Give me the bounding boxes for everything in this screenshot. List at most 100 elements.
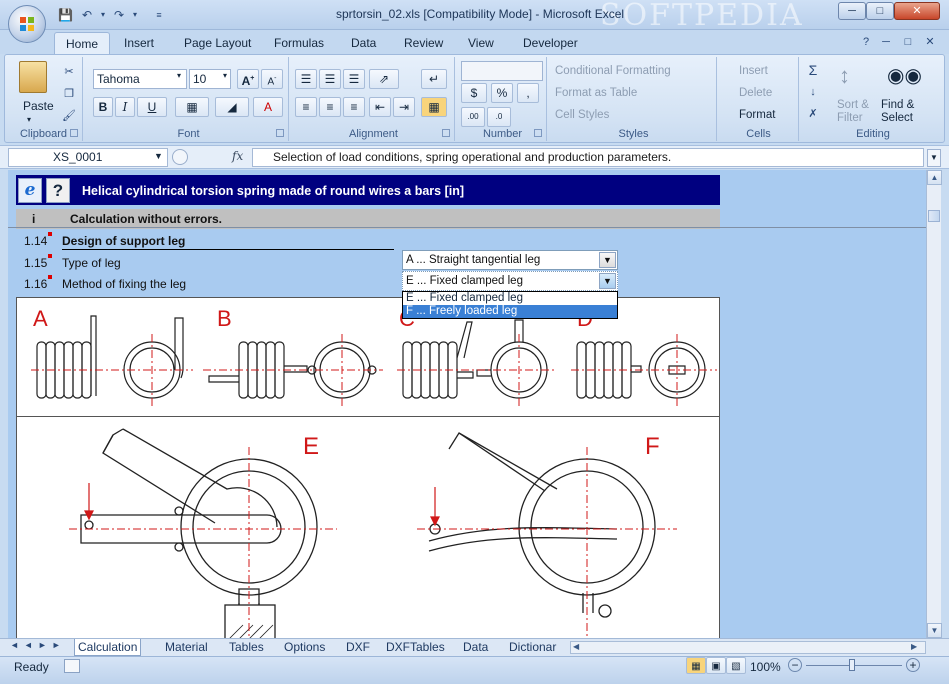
sheet-tab-dxf[interactable]: DXF [343, 639, 373, 656]
decrease-indent-icon[interactable]: ⇤ [369, 97, 391, 117]
align-middle-icon[interactable]: ☰ [319, 69, 341, 89]
scroll-down-icon[interactable]: ▼ [927, 623, 942, 638]
italic-icon[interactable]: I [115, 97, 135, 117]
close-button[interactable]: ✕ [894, 2, 940, 20]
fixing-method-dropdown-arrow-icon[interactable]: ▼ [599, 273, 616, 289]
tab-review[interactable]: Review [404, 36, 443, 50]
page-layout-view-icon[interactable]: ▣ [706, 657, 726, 674]
formula-input[interactable]: Selection of load conditions, spring ope… [252, 148, 924, 167]
tab-developer[interactable]: Developer [523, 36, 578, 50]
decrease-decimal-icon[interactable]: .0 [487, 107, 511, 127]
zoom-out-icon[interactable]: − [788, 658, 802, 672]
sheet-tab-tables[interactable]: Tables [226, 639, 267, 656]
insert-cells-button[interactable]: Insert [739, 65, 768, 77]
formula-bar-toggle-icon[interactable]: ▼ [927, 149, 941, 167]
scroll-left-icon[interactable]: ◀ [573, 642, 579, 651]
normal-view-icon[interactable]: ▦ [686, 657, 706, 674]
zoom-in-icon[interactable]: + [906, 658, 920, 672]
maximize-button[interactable]: □ [866, 2, 894, 20]
alignment-launcher-icon[interactable] [442, 129, 450, 137]
tab-data[interactable]: Data [351, 36, 376, 50]
currency-icon[interactable]: $ [461, 83, 487, 103]
autosum-icon[interactable]: Σ [805, 63, 821, 77]
wrap-text-icon[interactable]: ↵ [421, 69, 447, 89]
font-launcher-icon[interactable] [276, 129, 284, 137]
tab-scroll-icons[interactable]: ◄◄►► [10, 640, 66, 650]
font-size-dropdown-icon[interactable]: ▾ [223, 71, 227, 80]
vertical-scrollbar[interactable]: ▲ ▼ [926, 170, 942, 638]
leg-type-dropdown-arrow-icon[interactable]: ▼ [599, 252, 616, 268]
fill-color-icon[interactable]: ◢ [215, 97, 249, 117]
align-top-icon[interactable]: ☰ [295, 69, 317, 89]
insert-function-icon[interactable]: fx [232, 149, 243, 163]
zoom-slider-thumb[interactable] [849, 659, 855, 671]
tab-page-layout[interactable]: Page Layout [184, 36, 251, 50]
sheet-tab-calculation[interactable]: Calculation [74, 639, 142, 656]
option-freely-loaded[interactable]: F ... Freely loaded leg [403, 305, 617, 318]
clipboard-launcher-icon[interactable] [70, 129, 78, 137]
bold-icon[interactable]: B [93, 97, 113, 117]
name-box-dropdown-icon[interactable]: ▼ [154, 151, 163, 161]
fill-icon[interactable]: ↓ [805, 85, 821, 99]
sheet-tab-dxftables[interactable]: DXFTables [383, 639, 448, 656]
redo-icon[interactable]: ↷ [112, 8, 126, 22]
align-right-icon[interactable]: ≡ [343, 97, 365, 117]
horizontal-scrollbar[interactable]: ◀ ▶ [570, 641, 926, 654]
undo-icon[interactable]: ↶ [80, 8, 94, 22]
paste-button[interactable]: Paste [23, 99, 54, 113]
sort-filter-icon[interactable]: ↕ [839, 63, 850, 89]
help-icon[interactable]: ? [858, 35, 874, 49]
save-icon[interactable]: 💾 [58, 8, 73, 22]
tab-home[interactable]: Home [54, 32, 110, 56]
increase-decimal-icon[interactable]: .00 [461, 107, 485, 127]
percent-icon[interactable]: % [491, 83, 513, 103]
minimize-button[interactable]: ─ [838, 2, 866, 20]
format-cells-button[interactable]: Format [739, 109, 775, 121]
worksheet[interactable]: e ? Helical cylindrical torsion spring m… [8, 170, 926, 639]
comma-icon[interactable]: , [517, 83, 539, 103]
tab-view[interactable]: View [468, 36, 494, 50]
grow-font-icon[interactable]: A+ [237, 69, 259, 89]
borders-icon[interactable]: ▦ [175, 97, 209, 117]
cell-styles-button[interactable]: Cell Styles [555, 109, 609, 121]
macro-record-icon[interactable] [64, 659, 80, 673]
paste-icon[interactable] [19, 61, 47, 93]
font-name-dropdown-icon[interactable]: ▾ [177, 71, 181, 80]
tab-formulas[interactable]: Formulas [274, 36, 324, 50]
ribbon-minimize-icon[interactable]: ─ [878, 35, 894, 49]
find-select-button[interactable]: Find & [881, 99, 914, 111]
scroll-up-icon[interactable]: ▲ [927, 170, 942, 185]
cut-icon[interactable]: ✂ [61, 65, 77, 79]
undo-dropdown-icon[interactable]: ▾ [96, 8, 110, 22]
font-color-icon[interactable]: A [253, 97, 283, 117]
sheet-tab-material[interactable]: Material [162, 639, 211, 656]
sort-filter-button-line2[interactable]: Filter [837, 112, 863, 124]
scroll-right-icon[interactable]: ▶ [911, 642, 917, 651]
paste-dropdown-icon[interactable]: ▾ [27, 115, 31, 124]
redo-dropdown-icon[interactable]: ▾ [128, 8, 142, 22]
merge-center-icon[interactable]: ▦ [421, 97, 447, 117]
sheet-tab-options[interactable]: Options [281, 639, 328, 656]
scroll-thumb[interactable] [928, 210, 940, 222]
conditional-formatting-button[interactable]: Conditional Formatting [555, 65, 671, 77]
delete-cells-button[interactable]: Delete [739, 87, 772, 99]
formula-bar-expand-icon[interactable] [172, 149, 188, 165]
sheet-tab-dictionary[interactable]: Dictionar [506, 639, 559, 656]
fixing-method-options-list[interactable]: E ... Fixed clamped leg F ... Freely loa… [402, 291, 618, 319]
align-center-icon[interactable]: ≡ [319, 97, 341, 117]
font-name-combo[interactable]: Tahoma [93, 69, 187, 89]
align-bottom-icon[interactable]: ☰ [343, 69, 365, 89]
number-launcher-icon[interactable] [534, 129, 542, 137]
zoom-level[interactable]: 100% [750, 660, 781, 674]
customize-qat-icon[interactable]: ≡ [152, 8, 166, 22]
leg-type-dropdown[interactable]: A ... Straight tangential leg ▼ [402, 250, 618, 270]
sheet-tab-data[interactable]: Data [460, 639, 491, 656]
format-as-table-button[interactable]: Format as Table [555, 87, 637, 99]
ribbon-restore-icon[interactable]: □ [900, 35, 916, 49]
shrink-font-icon[interactable]: A- [261, 69, 283, 89]
underline-icon[interactable]: U [137, 97, 167, 117]
web-link-icon[interactable]: e [18, 178, 42, 203]
name-box[interactable]: XS_0001 [8, 148, 168, 167]
number-format-combo[interactable] [461, 61, 543, 81]
sort-filter-button[interactable]: Sort & [837, 99, 869, 111]
